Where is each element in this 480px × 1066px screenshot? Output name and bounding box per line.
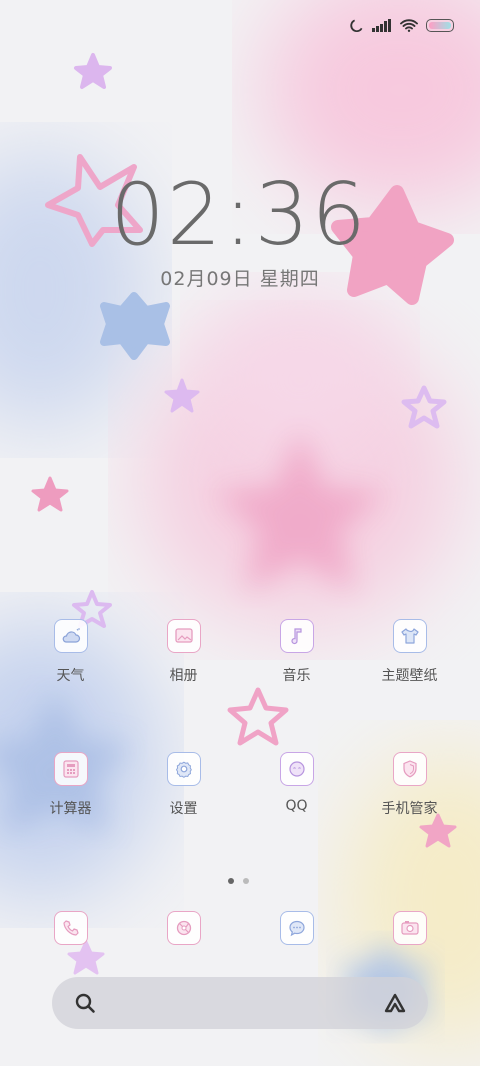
calculator-icon [53,752,88,786]
app-gallery[interactable]: 相册 [127,619,240,685]
signal-icon [372,19,391,32]
app-row-2: 计算器 设置 QQ 手机管家 [0,752,480,818]
page-indicator [228,878,249,884]
app-qq[interactable]: QQ [240,752,353,818]
dock [0,911,480,945]
app-music[interactable]: 音乐 [240,619,353,685]
security-icon [392,752,427,786]
assistant-icon[interactable] [382,992,408,1014]
settings-icon [166,752,201,786]
app-theme[interactable]: 主题壁纸 [353,619,466,685]
page-dot-1[interactable] [228,878,234,884]
search-icon[interactable] [74,992,96,1014]
app-label: QQ [285,798,308,814]
app-label: 设置 [169,801,198,817]
clock-widget[interactable]: 02:36 02月09日 星期四 [0,172,480,291]
app-label: 计算器 [49,801,92,817]
weather-icon [53,619,88,653]
clock-date: 02月09日 星期四 [160,268,320,290]
camera-icon [392,911,427,945]
music-icon [279,619,314,653]
search-bar[interactable] [52,977,428,1029]
browser-icon [166,911,201,945]
app-label: 相册 [169,668,198,684]
dock-phone[interactable] [14,911,127,945]
dock-messages[interactable] [240,911,353,945]
theme-icon [392,619,427,653]
gallery-icon [166,619,201,653]
battery-icon [426,19,454,32]
app-settings[interactable]: 设置 [127,752,240,818]
qq-icon [279,752,314,786]
app-label: 音乐 [282,668,311,684]
clock-time: 02:36 [110,165,368,265]
app-label: 天气 [56,668,85,684]
app-label: 手机管家 [381,801,438,817]
app-row-1: 天气 相册 音乐 主题壁纸 [0,619,480,685]
wallpaper [0,0,480,1066]
moon-icon [350,19,363,33]
status-bar [349,18,454,33]
dock-camera[interactable] [353,911,466,945]
messages-icon [279,911,314,945]
app-calculator[interactable]: 计算器 [14,752,127,818]
wifi-icon [400,19,418,32]
app-weather[interactable]: 天气 [14,619,127,685]
phone-icon [53,911,88,945]
app-label: 主题壁纸 [381,668,438,684]
app-security[interactable]: 手机管家 [353,752,466,818]
page-dot-2[interactable] [243,878,249,884]
dock-browser[interactable] [127,911,240,945]
